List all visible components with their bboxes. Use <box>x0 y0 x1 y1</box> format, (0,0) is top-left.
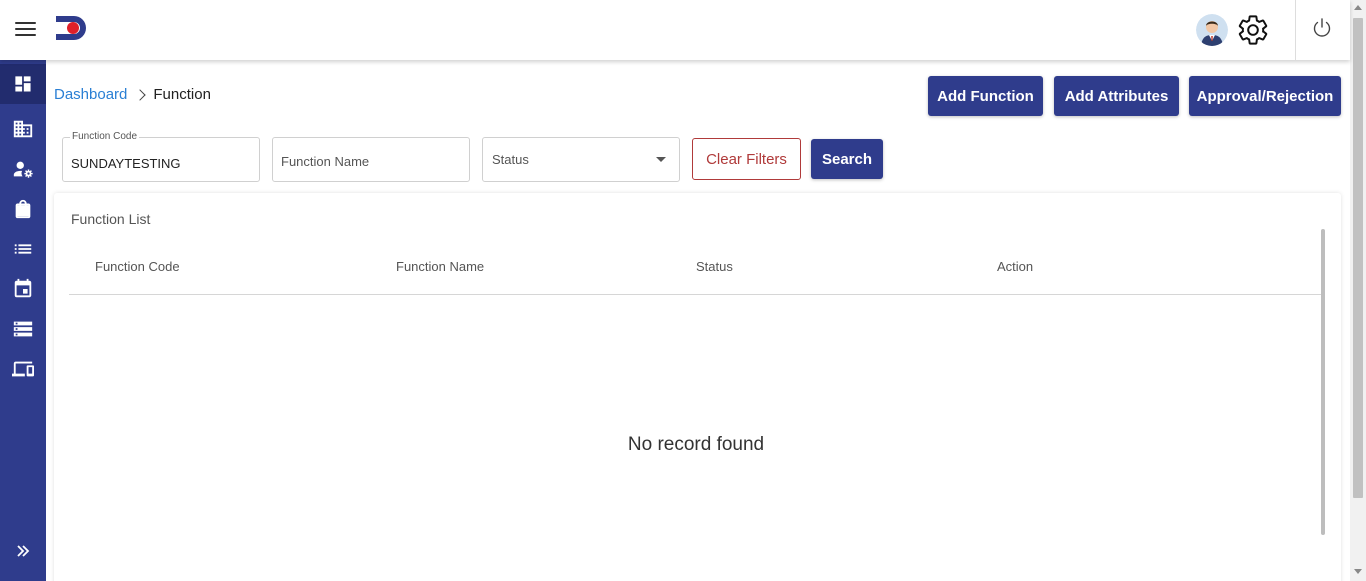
sidebar-item-products[interactable] <box>0 189 46 229</box>
dashboard-icon <box>15 76 31 92</box>
breadcrumb-current: Function <box>153 86 211 103</box>
table-header: Function Code Function Name Status Actio… <box>69 243 1321 295</box>
function-name-field <box>272 137 470 182</box>
sidebar-item-list[interactable] <box>0 229 46 269</box>
column-header-function-code[interactable]: Function Code <box>95 259 180 274</box>
sidebar-item-user-management[interactable] <box>0 149 46 189</box>
page-scrollbar[interactable] <box>1350 0 1366 581</box>
power-icon[interactable] <box>1310 16 1334 40</box>
table-scrollbar[interactable] <box>1321 229 1325 535</box>
scroll-down-arrow[interactable] <box>1354 569 1362 574</box>
search-button[interactable]: Search <box>811 139 883 179</box>
column-header-status[interactable]: Status <box>696 259 733 274</box>
header-divider <box>1295 0 1296 60</box>
gear-icon[interactable] <box>1236 13 1270 47</box>
app-logo[interactable] <box>52 12 92 44</box>
storage-icon <box>13 321 33 337</box>
sidebar-item-dashboard[interactable] <box>0 64 46 104</box>
double-chevron-right-icon[interactable] <box>0 538 46 564</box>
clear-filters-button[interactable]: Clear Filters <box>692 138 801 180</box>
column-header-function-name[interactable]: Function Name <box>396 259 484 274</box>
scrollbar-thumb[interactable] <box>1353 18 1363 498</box>
function-code-label: Function Code <box>70 131 140 142</box>
add-attributes-button[interactable]: Add Attributes <box>1054 76 1179 116</box>
function-code-field: Function Code <box>62 131 260 182</box>
user-avatar[interactable] <box>1196 14 1228 46</box>
sidebar-item-organization[interactable] <box>0 109 46 149</box>
function-code-input[interactable] <box>71 152 251 174</box>
hamburger-icon[interactable] <box>15 22 36 38</box>
status-select[interactable]: Status <box>482 137 680 182</box>
calendar-icon <box>14 278 32 298</box>
sidebar-item-devices[interactable] <box>0 349 46 389</box>
breadcrumb: Dashboard Function <box>54 86 211 103</box>
list-icon <box>14 244 32 254</box>
shopping-bag-icon <box>15 199 31 219</box>
function-name-input[interactable] <box>281 150 461 172</box>
chevron-right-icon <box>134 88 147 101</box>
add-function-button[interactable]: Add Function <box>928 76 1043 116</box>
sidebar-item-storage[interactable] <box>0 309 46 349</box>
breadcrumb-dashboard-link[interactable]: Dashboard <box>54 86 127 103</box>
scroll-up-arrow[interactable] <box>1354 5 1362 10</box>
sidebar <box>0 60 46 581</box>
function-list-card: Function List Function Code Function Nam… <box>54 193 1341 581</box>
devices-icon <box>12 361 34 377</box>
empty-state-message: No record found <box>627 434 765 455</box>
top-bar <box>0 0 1350 60</box>
status-select-placeholder: Status <box>492 152 529 167</box>
card-title: Function List <box>71 211 151 227</box>
user-settings-icon <box>13 161 33 178</box>
caret-down-icon <box>656 157 666 162</box>
column-header-action: Action <box>997 259 1034 274</box>
sidebar-item-calendar[interactable] <box>0 269 46 309</box>
building-icon <box>13 120 33 138</box>
approval-rejection-button[interactable]: Approval/Rejection <box>1189 76 1341 116</box>
